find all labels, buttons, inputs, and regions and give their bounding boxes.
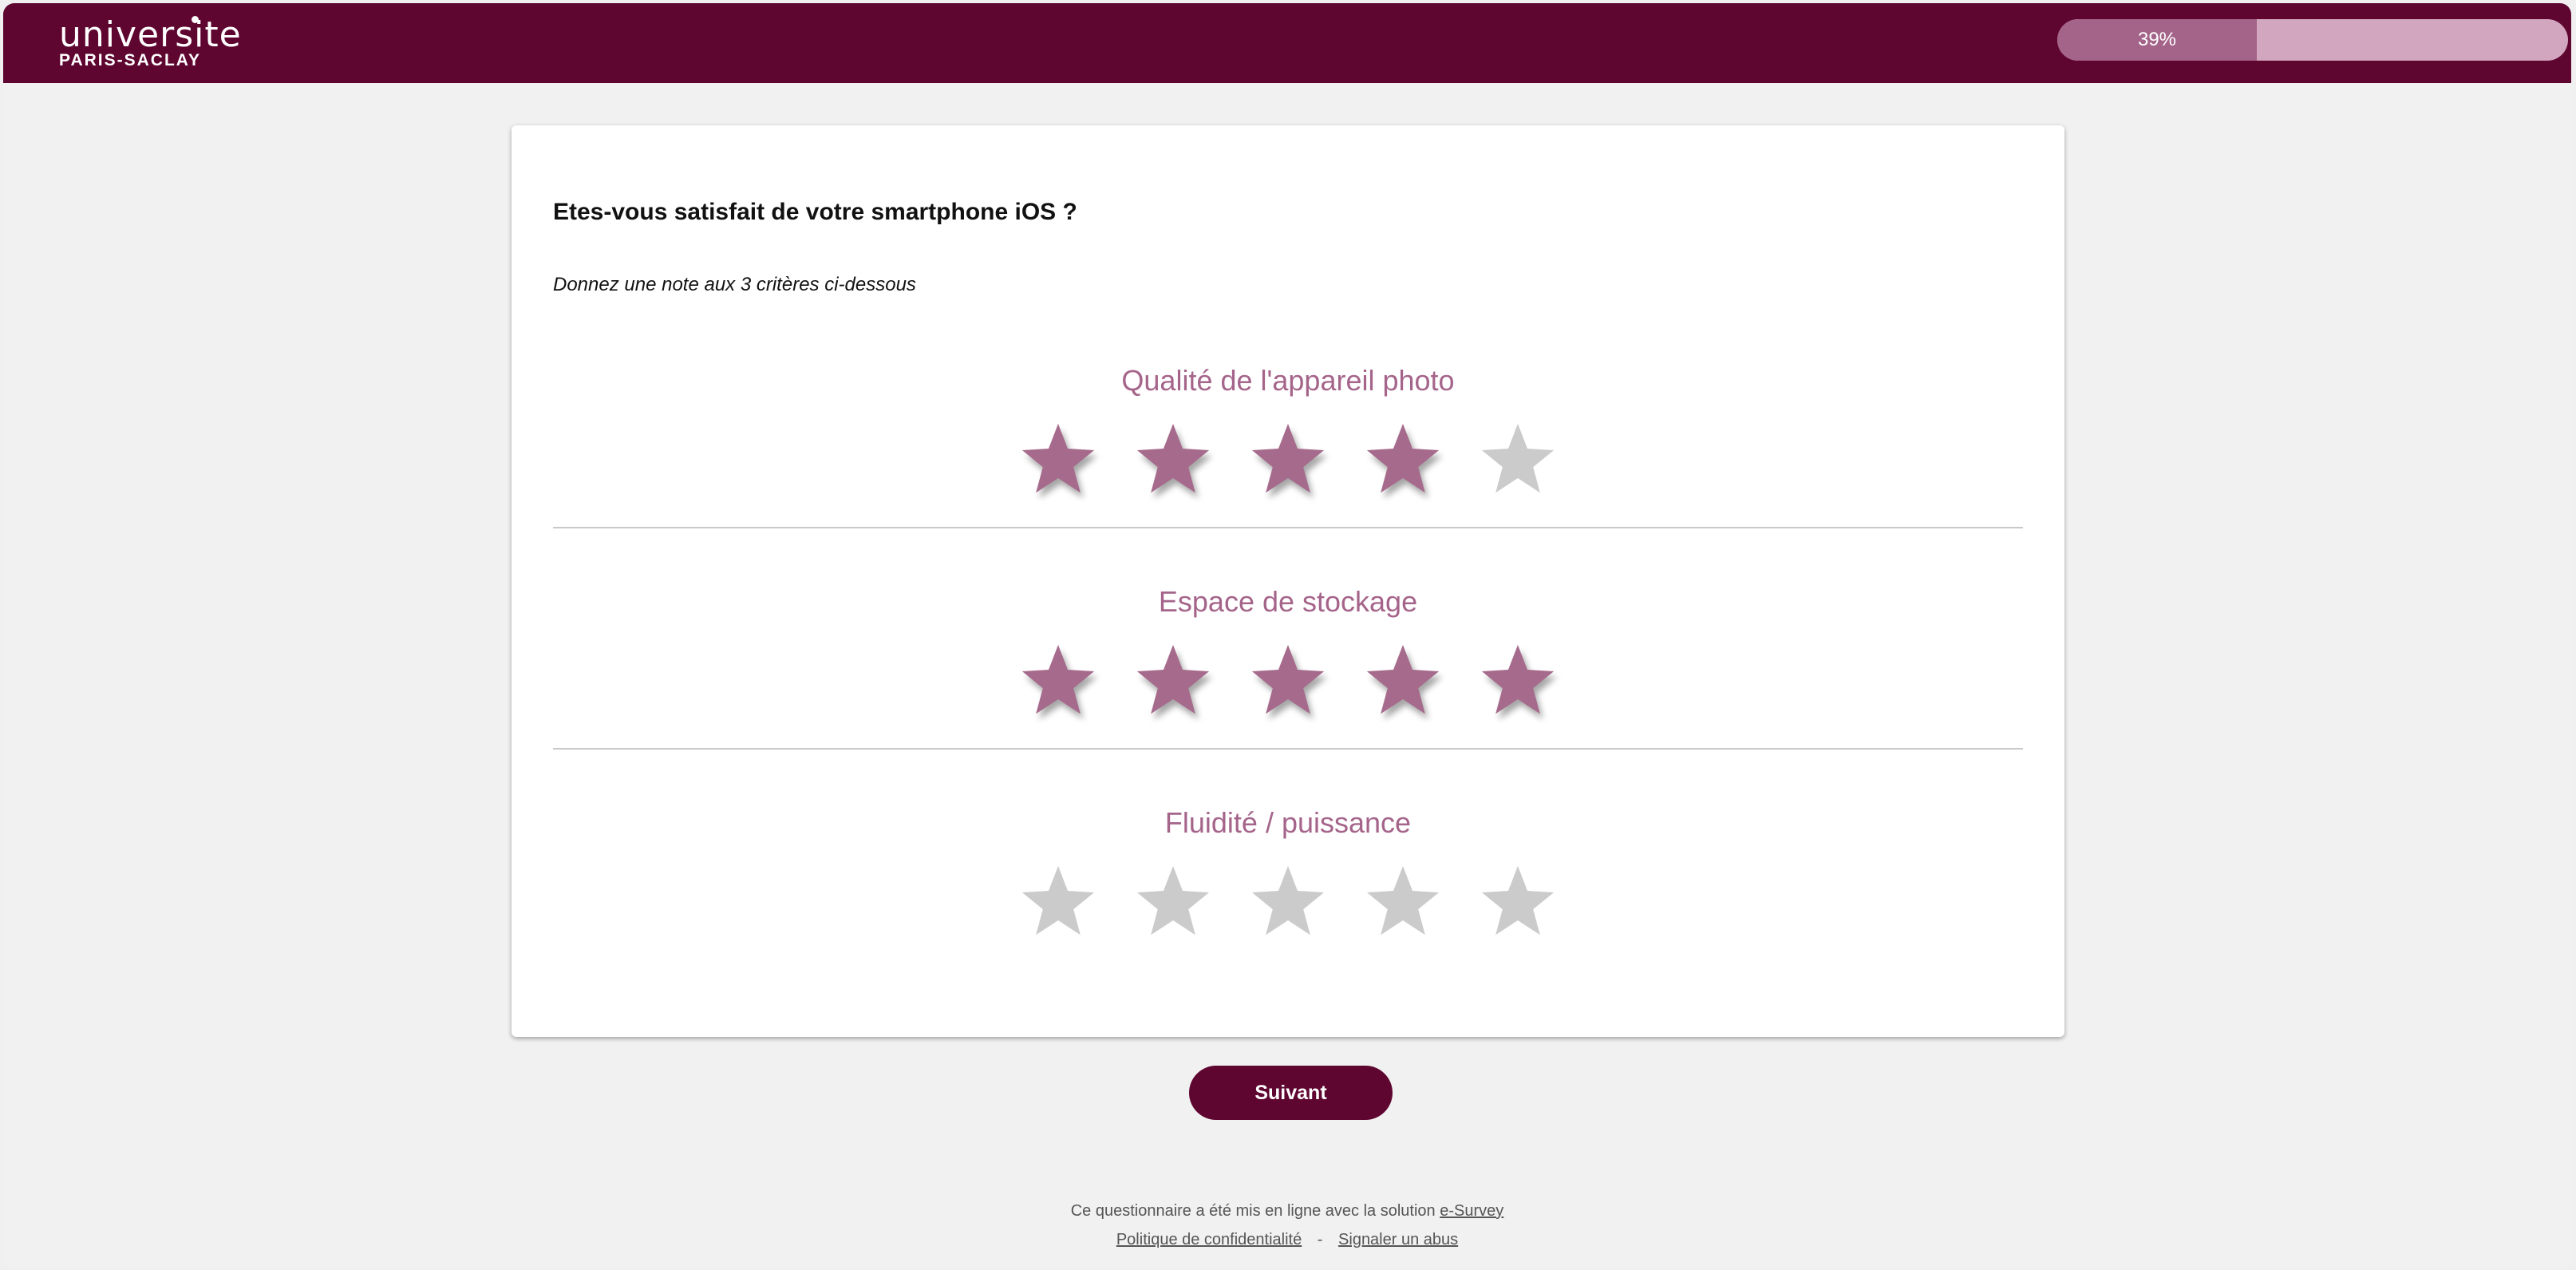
star-icon[interactable] xyxy=(1020,421,1096,497)
progress-label: 39% xyxy=(2137,29,2177,50)
divider xyxy=(553,748,2023,750)
esurvey-link[interactable]: e-Survey xyxy=(1440,1202,1503,1220)
criterion-label: Fluidité / puissance xyxy=(1164,806,1412,839)
star-icon[interactable] xyxy=(1365,642,1441,718)
star-icon[interactable] xyxy=(1480,642,1556,718)
criterion-storage: Espace de stockage xyxy=(553,584,2023,805)
criterion-performance: Fluidité / puissance xyxy=(553,805,2023,1027)
star-icon[interactable] xyxy=(1020,863,1096,940)
page-frame: universite PARIS-SACLAY 39% Etes-vous sa… xyxy=(3,3,2571,1266)
criterion-camera-quality: Qualité de l'appareil photo xyxy=(553,363,2023,584)
logo-wordmark: universite xyxy=(59,14,242,55)
star-icon[interactable] xyxy=(1135,421,1211,497)
question-instruction: Donnez une note aux 3 critères ci-dessou… xyxy=(553,274,916,295)
star-icon[interactable] xyxy=(1365,421,1441,497)
star-icon[interactable] xyxy=(1135,863,1211,940)
question-title: Etes-vous satisfait de votre smartphone … xyxy=(553,199,1077,225)
footer-links: Politique de confidentialité - Signaler … xyxy=(3,1231,2571,1249)
report-abuse-link[interactable]: Signaler un abus xyxy=(1338,1231,1458,1248)
star-icon[interactable] xyxy=(1020,642,1096,718)
criterion-label: Qualité de l'appareil photo xyxy=(1121,364,1455,397)
footer-credit: Ce questionnaire a été mis en ligne avec… xyxy=(3,1202,2571,1221)
university-logo[interactable]: universite PARIS-SACLAY xyxy=(59,16,242,70)
star-icon[interactable] xyxy=(1250,642,1326,718)
star-icon[interactable] xyxy=(1250,421,1326,497)
footer-separator: - xyxy=(1317,1231,1323,1248)
criterion-label: Espace de stockage xyxy=(1158,585,1418,618)
star-rating xyxy=(553,642,2023,722)
star-icon[interactable] xyxy=(1135,642,1211,718)
logo-accent-dot xyxy=(192,16,199,23)
divider xyxy=(553,527,2023,528)
star-rating xyxy=(553,863,2023,943)
star-rating xyxy=(553,421,2023,500)
footer-credit-text: Ce questionnaire a été mis en ligne avec… xyxy=(1070,1202,1436,1220)
progress-bar: 39% xyxy=(2057,19,2568,61)
header-bar: universite PARIS-SACLAY 39% xyxy=(3,3,2571,83)
privacy-policy-link[interactable]: Politique de confidentialité xyxy=(1116,1231,1302,1248)
star-icon[interactable] xyxy=(1250,863,1326,940)
star-icon[interactable] xyxy=(1480,421,1556,497)
star-icon[interactable] xyxy=(1480,863,1556,940)
next-button[interactable]: Suivant xyxy=(1189,1066,1393,1120)
question-card: Etes-vous satisfait de votre smartphone … xyxy=(512,125,2064,1037)
star-icon[interactable] xyxy=(1365,863,1441,940)
